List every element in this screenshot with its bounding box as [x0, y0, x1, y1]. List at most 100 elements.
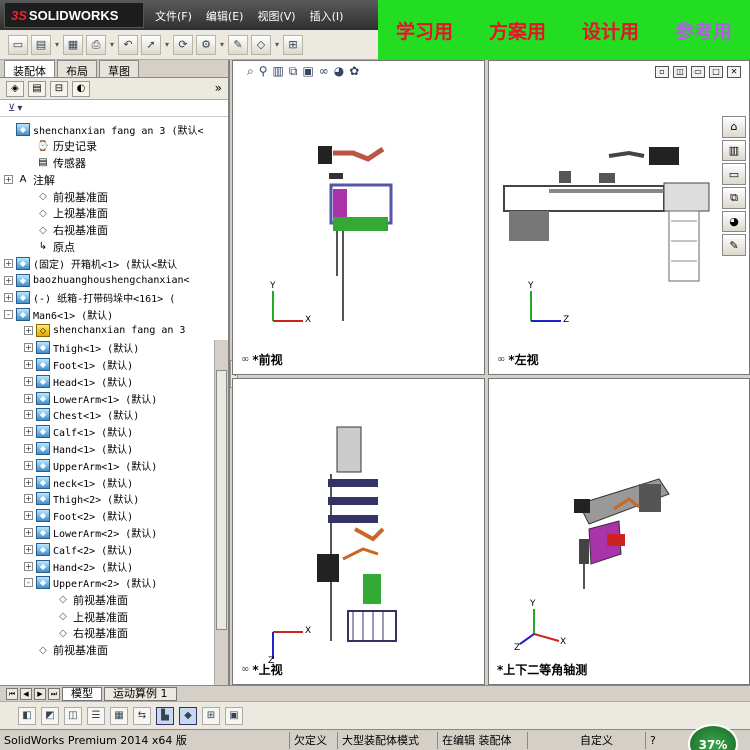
tree-node[interactable]: + A 注解 — [0, 171, 228, 188]
tab-motion-study[interactable]: 运动算例 1 — [104, 686, 177, 701]
expand-node-icon[interactable]: + — [24, 494, 33, 504]
dropdown-arrow-icon[interactable]: ▾ — [54, 40, 60, 49]
tree-node[interactable]: + ◆ Thigh<2> (默认) — [0, 491, 228, 508]
configuration-manager-icon[interactable]: ⊟ — [50, 80, 68, 97]
expand-node-icon[interactable]: + — [24, 376, 33, 386]
tree-node[interactable]: + ◆ Thigh<1> (默认) — [0, 339, 228, 356]
align-icon[interactable]: ☰ — [87, 706, 105, 725]
menu-view[interactable]: 视图(V) — [257, 8, 295, 24]
hidden-lines-icon[interactable]: ◩ — [41, 706, 59, 725]
tree-node[interactable]: + ◆ baozhuanghoushengchanxian< — [0, 272, 228, 289]
viewport-front[interactable]: ⌕ ⚲ ▥ ⧉ ▣ ∞ ◕ ✿ Y X ∞ *前视 — [232, 60, 485, 375]
tree-filter[interactable]: ⊻ ▾ — [0, 100, 228, 117]
tab-sketch[interactable]: 草图 — [99, 60, 139, 78]
link-views-icon[interactable]: ∞ — [497, 354, 505, 365]
expand-node-icon[interactable]: + — [24, 393, 33, 403]
link-views-icon[interactable]: ∞ — [241, 664, 249, 675]
design-library-icon[interactable]: ▥ — [722, 139, 746, 162]
open-folder-icon[interactable]: ▤ — [31, 34, 51, 55]
expand-node-icon[interactable]: + — [24, 427, 33, 437]
iso-cube-icon[interactable]: ◆ — [179, 706, 197, 725]
appearance-manager-icon[interactable]: ◐ — [72, 80, 90, 97]
feature-manager-icon[interactable]: ◈ — [6, 80, 24, 97]
expand-node-icon[interactable]: + — [24, 511, 33, 521]
tree-node[interactable]: ⌚ 历史记录 — [0, 138, 228, 155]
tree-node[interactable]: + ◆ Foot<1> (默认) — [0, 356, 228, 373]
tree-node[interactable]: + ◆ (固定) 开箱机<1> (默认<默认 — [0, 255, 228, 272]
tree-node[interactable]: + ◆ neck<1> (默认) — [0, 474, 228, 491]
tree-node[interactable]: + ◆ Foot<2> (默认) — [0, 507, 228, 524]
expand-node-icon[interactable]: + — [4, 276, 13, 286]
tree-node[interactable]: + ◆ Chest<1> (默认) — [0, 407, 228, 424]
tree-node[interactable]: ◇ 右视基准面 — [0, 222, 228, 239]
measure-icon[interactable]: ⊞ — [283, 34, 303, 55]
tree-node[interactable]: ◇ 前视基准面 — [0, 642, 228, 659]
expand-node-icon[interactable]: + — [24, 460, 33, 470]
save-icon[interactable]: ▦ — [63, 34, 83, 55]
tree-node[interactable]: ◇ 上视基准面 — [0, 205, 228, 222]
viewport-isometric[interactable]: Y X Z *上下二等角轴测 — [488, 378, 750, 685]
status-units[interactable]: 自定义 — [576, 731, 646, 749]
expand-node-icon[interactable]: + — [4, 292, 13, 302]
expand-node-icon[interactable]: + — [24, 528, 33, 538]
tab-assembly[interactable]: 装配体 — [4, 60, 55, 78]
tree-node[interactable]: ◇ 前视基准面 — [0, 188, 228, 205]
view-palette-icon[interactable]: ⧉ — [722, 187, 746, 209]
options-icon[interactable]: ⚙ — [196, 34, 216, 55]
menu-edit[interactable]: 编辑(E) — [206, 8, 244, 24]
tree-node[interactable]: ◇ 右视基准面 — [0, 625, 228, 642]
expand-node-icon[interactable]: + — [4, 259, 13, 269]
tab-model[interactable]: 模型 — [62, 686, 102, 701]
tab-scroll-last-icon[interactable]: ⏭ — [48, 687, 60, 700]
dropdown-arrow-icon[interactable]: ▾ — [274, 40, 280, 49]
mate-icon[interactable]: ⇆ — [133, 706, 151, 725]
expand-node-icon[interactable]: + — [24, 326, 33, 336]
pattern-icon[interactable]: ▦ — [110, 706, 128, 725]
select-icon[interactable]: ➚ — [141, 34, 161, 55]
wireframe-icon[interactable]: ◫ — [64, 706, 82, 725]
tree-node[interactable]: + ◆ Head<1> (默认) — [0, 373, 228, 390]
tree-node[interactable]: + ◇ shenchanxian fang an 3 — [0, 323, 228, 340]
tree-scrollbar[interactable] — [214, 340, 228, 685]
expand-node-icon[interactable]: + — [24, 561, 33, 571]
expand-node-icon[interactable]: + — [4, 175, 13, 185]
file-explorer-icon[interactable]: ▭ — [722, 163, 746, 186]
custom-properties-icon[interactable]: ✎ — [722, 234, 746, 257]
tab-layout[interactable]: 布局 — [57, 60, 97, 78]
two-view-icon[interactable]: ▙ — [156, 706, 174, 725]
tab-scroll-next-icon[interactable]: ▶ — [34, 687, 46, 700]
dropdown-arrow-icon[interactable]: ▾ — [109, 40, 115, 49]
undo-icon[interactable]: ↶ — [118, 34, 138, 55]
expand-node-icon[interactable]: + — [24, 410, 33, 420]
expand-node-icon[interactable]: + — [24, 544, 33, 554]
tree-node[interactable]: ◇ 上视基准面 — [0, 608, 228, 625]
tree-node[interactable]: + ◆ Calf<1> (默认) — [0, 423, 228, 440]
filter-icon[interactable]: ⊻ — [8, 103, 15, 114]
shaded-icon[interactable]: ◧ — [18, 706, 36, 725]
tree-node[interactable]: + ◆ (-) 纸箱-打带码垛中<161> ( — [0, 289, 228, 306]
expand-node-icon[interactable]: + — [24, 444, 33, 454]
solidworks-logo[interactable]: 3S SOLIDWORKS — [4, 2, 144, 28]
viewport-left[interactable]: ▫ ◫ ▭ □ ✕ Y Z ∞ *左视 — [488, 60, 750, 375]
tree-node[interactable]: + ◆ UpperArm<1> (默认) — [0, 457, 228, 474]
new-document-icon[interactable]: ▭ — [8, 34, 28, 55]
print-icon[interactable]: ⎙ — [86, 34, 106, 55]
collapse-node-icon[interactable]: - — [4, 309, 13, 319]
tab-scroll-first-icon[interactable]: ⏮ — [6, 687, 18, 700]
dropdown-arrow-icon[interactable]: ▾ — [164, 40, 170, 49]
tab-scroll-prev-icon[interactable]: ◀ — [20, 687, 32, 700]
expand-node-icon[interactable]: + — [24, 360, 33, 370]
collapse-panel-icon[interactable]: » — [215, 81, 222, 95]
link-views-icon[interactable]: ∞ — [241, 354, 249, 365]
smart-dimension-icon[interactable]: ◇ — [251, 34, 271, 55]
expand-node-icon[interactable]: + — [24, 477, 33, 487]
tree-node[interactable]: - ◆ UpperArm<2> (默认) — [0, 575, 228, 592]
four-view-icon[interactable]: ⊞ — [202, 706, 220, 725]
single-view-icon[interactable]: ▣ — [225, 706, 243, 725]
menu-insert[interactable]: 插入(I) — [310, 8, 344, 24]
tree-node[interactable]: - ◆ Man6<1> (默认) — [0, 306, 228, 323]
expand-node-icon[interactable]: + — [24, 343, 33, 353]
tree-node[interactable]: + ◆ LowerArm<1> (默认) — [0, 390, 228, 407]
tree-node[interactable]: + ◆ LowerArm<2> (默认) — [0, 524, 228, 541]
collapse-node-icon[interactable]: - — [24, 578, 33, 588]
